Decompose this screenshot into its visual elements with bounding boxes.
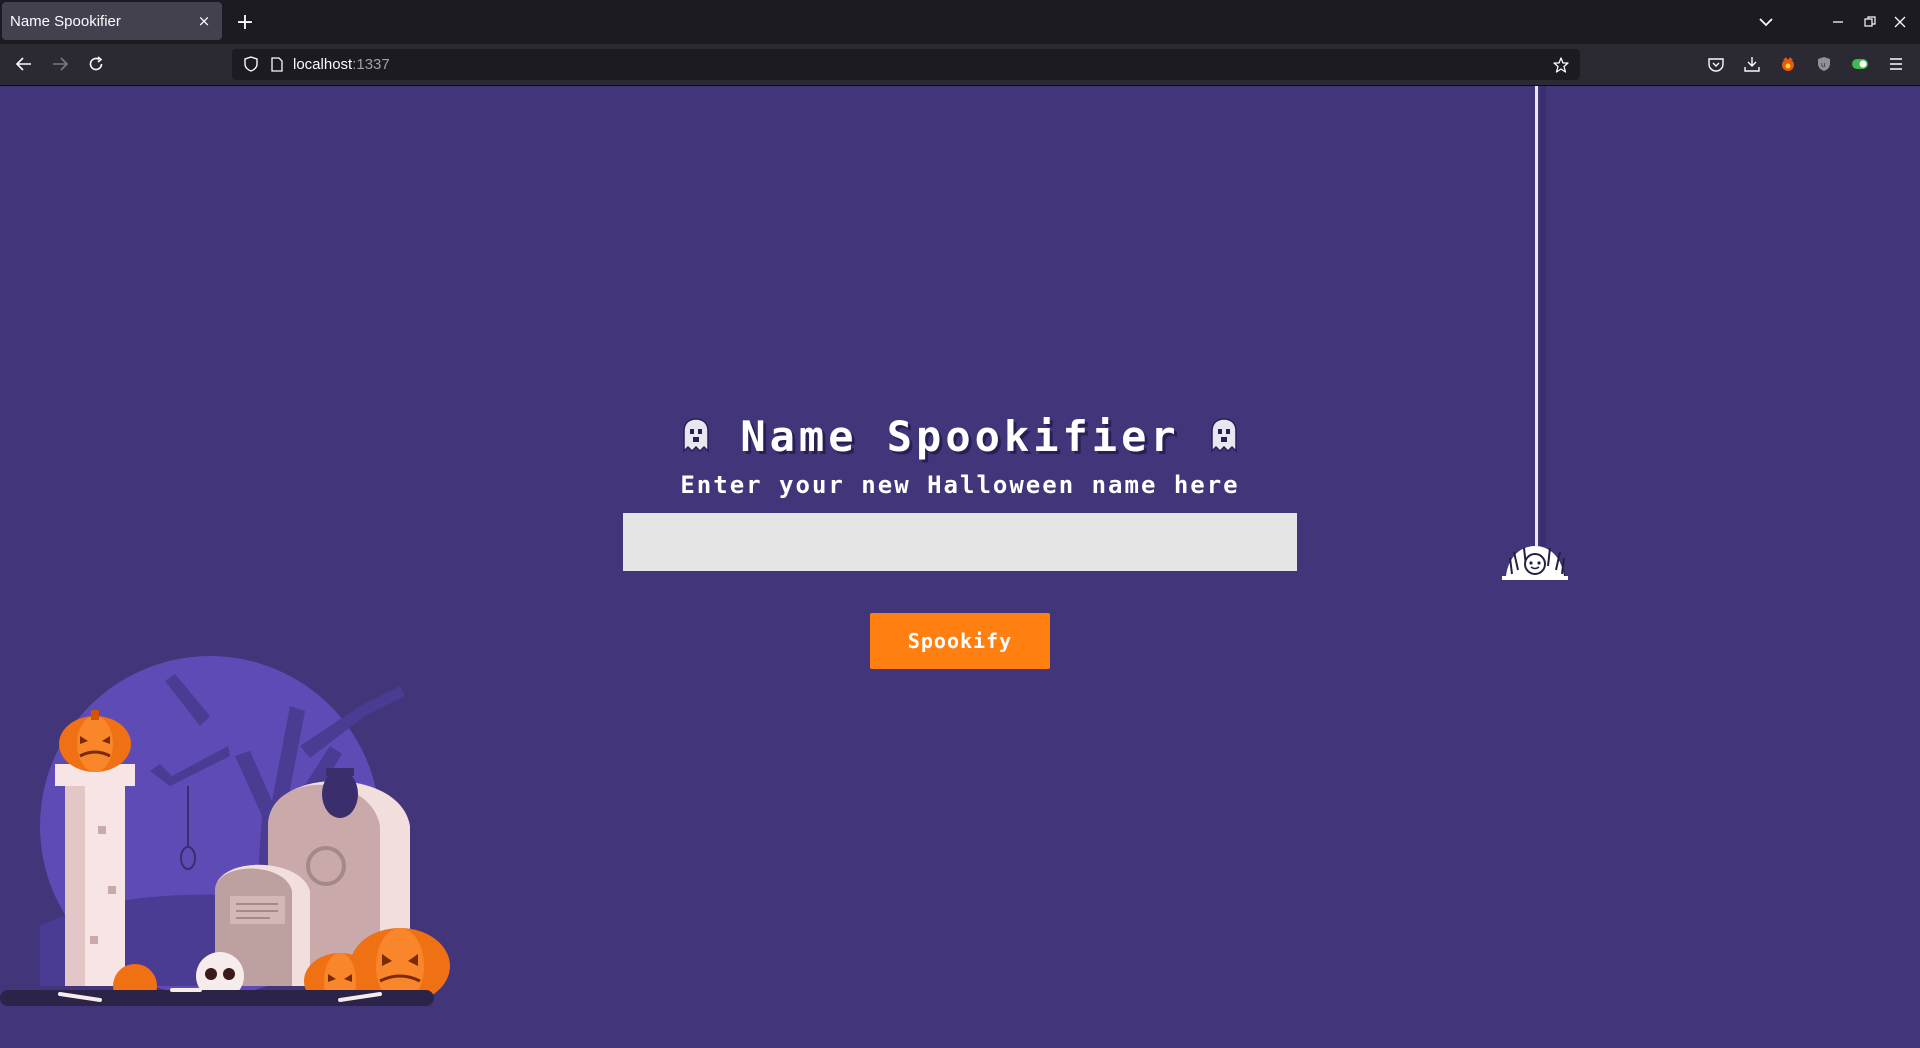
- minimize-window-icon[interactable]: [1824, 8, 1852, 36]
- url-bar[interactable]: localhost:1337: [232, 49, 1580, 80]
- spider-icon: [1502, 536, 1572, 586]
- new-tab-button[interactable]: +: [232, 8, 258, 36]
- extension-ublock-icon[interactable]: u: [1810, 50, 1838, 78]
- tab-close-icon[interactable]: ×: [194, 12, 214, 30]
- downloads-icon[interactable]: [1738, 50, 1766, 78]
- restore-window-icon[interactable]: [1856, 8, 1884, 36]
- page-title: Name Spookifier: [740, 412, 1180, 461]
- close-window-icon[interactable]: [1886, 8, 1914, 36]
- tab-bar: Name Spookifier × +: [0, 0, 1920, 44]
- url-text[interactable]: localhost:1337: [293, 49, 390, 80]
- nav-toolbar: localhost:1337 u: [0, 44, 1920, 86]
- title-row: Name Spookifier: [0, 412, 1920, 461]
- forward-arrow-icon[interactable]: [46, 50, 74, 78]
- page-info-icon[interactable]: [266, 53, 288, 75]
- ghost-icon: [1210, 417, 1238, 457]
- extension-fox-icon[interactable]: [1774, 50, 1802, 78]
- browser-window: Name Spookifier × + localhost:1337 u Nam…: [0, 0, 1920, 1048]
- url-port: :1337: [352, 56, 390, 73]
- shield-icon[interactable]: [240, 53, 262, 75]
- page-subtitle: Enter your new Halloween name here: [680, 471, 1240, 499]
- reload-icon[interactable]: [82, 50, 110, 78]
- pocket-icon[interactable]: [1702, 50, 1730, 78]
- app-menu-icon[interactable]: [1882, 50, 1910, 78]
- ghost-icon: [682, 417, 710, 457]
- tab-title: Name Spookifier: [10, 12, 121, 30]
- back-arrow-icon[interactable]: [10, 50, 38, 78]
- bookmark-star-icon[interactable]: [1549, 53, 1573, 77]
- graveyard-illustration: [0, 586, 480, 1009]
- halloween-name-input[interactable]: [623, 513, 1297, 571]
- spookify-button[interactable]: Spookify: [870, 613, 1050, 669]
- extension-toggle-icon[interactable]: [1846, 50, 1874, 78]
- tab-active[interactable]: Name Spookifier ×: [2, 2, 222, 40]
- svg-text:u: u: [1821, 61, 1825, 69]
- page-content: Name Spookifier Enter your new Halloween…: [0, 86, 1920, 1048]
- url-host: localhost: [293, 56, 353, 73]
- tab-list-chevron-icon[interactable]: [1752, 8, 1780, 36]
